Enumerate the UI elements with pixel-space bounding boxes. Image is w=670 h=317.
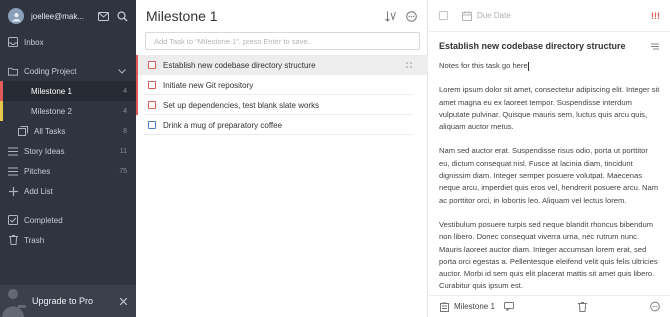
sidebar-header: joellee@mak...: [0, 0, 136, 32]
sidebar-item-label: Story Ideas: [24, 146, 65, 156]
notes-paragraph: Lorem ipsum dolor sit amet, consectetur …: [439, 85, 660, 132]
task-title: Set up dependencies, test blank slate wo…: [163, 100, 320, 110]
sidebar-item-label: Completed: [24, 215, 63, 225]
notes-paragraph: Vestibulum posuere turpis sed neque blan…: [439, 219, 658, 291]
sidebar-item-milestone-2[interactable]: Milestone 2 4: [0, 101, 136, 121]
notes-paragraph: Nam sed auctor erat. Suspendisse risus o…: [439, 146, 659, 205]
mail-icon[interactable]: [97, 10, 109, 22]
drag-handle-icon[interactable]: [406, 62, 412, 68]
task-list: Establish new codebase directory structu…: [136, 55, 428, 135]
upgrade-button-label: Upgrade to Pro: [32, 296, 94, 306]
item-count: 4: [123, 107, 127, 115]
person-illustration-icon: [2, 289, 26, 317]
upgrade-banner[interactable]: Upgrade to Pro: [0, 285, 136, 317]
priority-indicator: [136, 55, 138, 75]
sidebar-item-all-tasks[interactable]: All Tasks 8: [0, 121, 136, 141]
chevron-down-icon[interactable]: [117, 66, 127, 76]
list-icon: [8, 166, 18, 176]
user-icon: [11, 12, 21, 22]
sidebar-item-story-ideas[interactable]: Story Ideas 11: [0, 141, 136, 161]
task-complete-checkbox[interactable]: [439, 11, 448, 20]
detail-footer: Milestone 1: [429, 295, 670, 317]
detail-header: Due Date !!!: [429, 0, 670, 32]
more-options-icon[interactable]: [405, 10, 417, 22]
layers-icon: [18, 126, 28, 136]
list-folder-icon[interactable]: [439, 301, 449, 312]
task-notes-editor[interactable]: Notes for this task go here Lorem ipsum …: [429, 51, 670, 301]
sidebar-item-add-list[interactable]: Add List: [0, 181, 136, 201]
search-icon[interactable]: [116, 10, 128, 22]
item-count: 4: [123, 87, 127, 95]
avatar[interactable]: [8, 8, 24, 24]
task-title-field[interactable]: Establish new codebase directory structu…: [439, 41, 650, 51]
sidebar: joellee@mak... Inbox Coding Project Mile…: [0, 0, 136, 317]
sidebar-item-label: Milestone 2: [31, 106, 72, 116]
due-date-label: Due Date: [477, 11, 511, 20]
close-icon[interactable]: [118, 296, 128, 306]
text-cursor: [527, 61, 529, 71]
task-checkbox[interactable]: [148, 81, 156, 89]
sidebar-item-pitches[interactable]: Pitches 75: [0, 161, 136, 181]
sidebar-item-milestone-1[interactable]: Milestone 1 4: [0, 81, 136, 101]
task-title: Initiate new Git repository: [163, 80, 254, 90]
task-list-panel: Milestone 1 Establish new codebase direc…: [136, 0, 428, 317]
task-detail-panel: Due Date !!! Establish new codebase dire…: [429, 0, 670, 317]
sidebar-item-label: Pitches: [24, 166, 51, 176]
menu-icon[interactable]: [650, 41, 660, 51]
due-date-button[interactable]: Due Date: [462, 10, 651, 21]
task-row[interactable]: Set up dependencies, test blank slate wo…: [136, 95, 428, 115]
more-options-icon[interactable]: [650, 301, 660, 312]
inbox-icon: [8, 37, 18, 47]
task-title: Drink a mug of preparatory coffee: [163, 120, 283, 130]
trash-icon: [8, 235, 18, 245]
checkbox-checked-icon: [8, 215, 18, 225]
task-list-name[interactable]: Milestone 1: [454, 302, 504, 311]
sidebar-item-label: Inbox: [24, 37, 44, 47]
page-title: Milestone 1: [146, 8, 218, 24]
list-header: Milestone 1: [136, 0, 427, 32]
task-checkbox[interactable]: [148, 61, 156, 69]
item-count: 75: [119, 167, 127, 175]
add-task-input[interactable]: [145, 32, 420, 50]
folder-icon: [8, 66, 18, 76]
notes-first-line: Notes for this task go here: [439, 61, 528, 70]
task-row[interactable]: Establish new codebase directory structu…: [136, 55, 428, 75]
sidebar-item-label: Add List: [24, 186, 53, 196]
list-icon: [8, 146, 18, 156]
item-count: 8: [123, 127, 127, 135]
list-color-bar: [0, 101, 3, 121]
user-email[interactable]: joellee@mak...: [31, 12, 90, 21]
priority-flag[interactable]: !!!: [651, 11, 660, 21]
sidebar-item-trash[interactable]: Trash: [0, 230, 136, 250]
sidebar-item-label: Milestone 1: [31, 86, 72, 96]
sort-icon[interactable]: [385, 10, 397, 22]
sidebar-item-label: Trash: [24, 235, 45, 245]
trash-icon[interactable]: [577, 301, 587, 312]
item-count: 11: [119, 147, 127, 155]
sidebar-item-label: All Tasks: [34, 126, 66, 136]
sidebar-item-inbox[interactable]: Inbox: [0, 32, 136, 52]
task-row[interactable]: Drink a mug of preparatory coffee: [136, 115, 428, 135]
list-color-bar: [0, 81, 3, 101]
task-checkbox[interactable]: [148, 101, 156, 109]
priority-indicator: [136, 75, 138, 95]
task-title: Establish new codebase directory structu…: [163, 60, 316, 70]
comment-icon[interactable]: [504, 302, 514, 312]
task-row[interactable]: Initiate new Git repository: [136, 75, 428, 95]
detail-title-row: Establish new codebase directory structu…: [429, 32, 670, 51]
sidebar-item-label: Coding Project: [24, 66, 77, 76]
calendar-icon: [462, 10, 472, 21]
sidebar-item-coding-project[interactable]: Coding Project: [0, 61, 136, 81]
task-checkbox[interactable]: [148, 121, 156, 129]
priority-indicator: [136, 95, 138, 115]
plus-icon: [8, 186, 18, 196]
sidebar-item-completed[interactable]: Completed: [0, 210, 136, 230]
row-divider: [144, 134, 413, 135]
